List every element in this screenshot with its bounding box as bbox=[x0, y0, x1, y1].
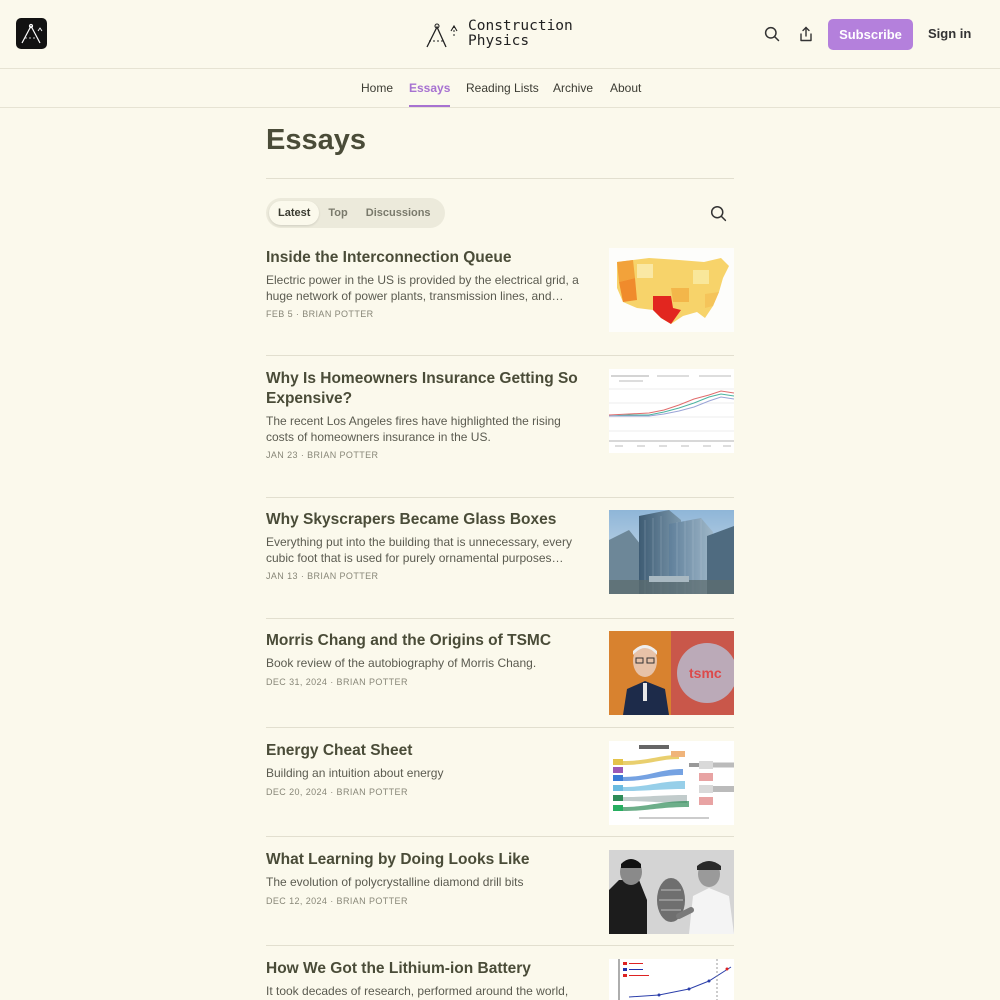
post-date: JAN 23 bbox=[266, 450, 298, 460]
post-title[interactable]: Energy Cheat Sheet bbox=[266, 741, 586, 761]
nav-item-essays[interactable]: Essays bbox=[409, 81, 451, 107]
post-item[interactable]: Why Is Homeowners Insurance Getting So E… bbox=[266, 369, 734, 460]
post-divider bbox=[266, 836, 734, 837]
main-nav: Home Essays Reading Lists Archive About bbox=[0, 70, 1000, 108]
brand-logo-icon bbox=[426, 23, 458, 48]
search-icon[interactable] bbox=[762, 24, 782, 44]
post-title[interactable]: Inside the Interconnection Queue bbox=[266, 248, 586, 268]
post-title[interactable]: Why Is Homeowners Insurance Getting So E… bbox=[266, 369, 586, 409]
nav-item-home[interactable]: Home bbox=[361, 81, 393, 105]
post-subtitle: It took decades of research, performed a… bbox=[266, 984, 569, 998]
posts-search-icon[interactable] bbox=[710, 205, 727, 222]
tab-discussions[interactable]: Discussions bbox=[357, 201, 440, 225]
post-thumbnail-battery-chart[interactable] bbox=[609, 959, 734, 1000]
post-title[interactable]: What Learning by Doing Looks Like bbox=[266, 850, 586, 870]
brand[interactable]: Construction Physics bbox=[424, 14, 573, 54]
post-divider bbox=[266, 497, 734, 498]
post-item[interactable]: How We Got the Lithium-ion Battery It to… bbox=[266, 959, 734, 1000]
title-divider bbox=[266, 178, 734, 179]
post-title[interactable]: Morris Chang and the Origins of TSMC bbox=[266, 631, 586, 651]
post-title[interactable]: Why Skyscrapers Became Glass Boxes bbox=[266, 510, 586, 530]
share-icon[interactable] bbox=[796, 24, 816, 44]
post-item[interactable]: Energy Cheat Sheet Building an intuition… bbox=[266, 741, 734, 825]
tab-top[interactable]: Top bbox=[319, 201, 356, 225]
post-subtitle: The evolution of polycrystalline diamond… bbox=[266, 875, 524, 889]
sort-tabs: Latest Top Discussions bbox=[266, 198, 445, 228]
post-divider bbox=[266, 355, 734, 356]
post-author[interactable]: BRIAN POTTER bbox=[337, 896, 408, 906]
nav-item-reading-lists[interactable]: Reading Lists bbox=[466, 81, 539, 105]
post-divider bbox=[266, 727, 734, 728]
post-subtitle: The recent Los Angeles fires have highli… bbox=[266, 414, 561, 444]
svg-text:tsmc: tsmc bbox=[689, 665, 722, 681]
post-title[interactable]: How We Got the Lithium-ion Battery bbox=[266, 959, 586, 979]
tab-latest[interactable]: Latest bbox=[269, 201, 320, 225]
post-subtitle: Everything put into the building that is… bbox=[266, 535, 572, 565]
post-author[interactable]: BRIAN POTTER bbox=[337, 787, 408, 797]
post-thumbnail-portrait[interactable]: tsmc bbox=[609, 631, 734, 715]
post-date: DEC 20, 2024 bbox=[266, 786, 328, 797]
top-header: Construction Physics Subscribe Sign in bbox=[0, 0, 1000, 69]
post-divider bbox=[266, 618, 734, 619]
post-thumbnail-us-map[interactable] bbox=[609, 248, 734, 332]
post-author[interactable]: BRIAN POTTER bbox=[337, 677, 408, 687]
post-author[interactable]: BRIAN POTTER bbox=[307, 450, 378, 460]
post-thumbnail-skyscrapers[interactable] bbox=[609, 510, 734, 594]
post-item[interactable]: Why Skyscrapers Became Glass Boxes Every… bbox=[266, 510, 734, 594]
post-thumbnail-energy-sankey[interactable] bbox=[609, 741, 734, 825]
nav-item-about[interactable]: About bbox=[610, 81, 641, 105]
post-subtitle: Book review of the autobiography of Morr… bbox=[266, 656, 537, 670]
subscribe-button[interactable]: Subscribe bbox=[828, 19, 913, 50]
publication-logo-icon[interactable] bbox=[16, 18, 47, 49]
brand-name-line2: Physics bbox=[468, 33, 530, 49]
post-thumbnail-line-chart[interactable] bbox=[609, 369, 734, 453]
post-date: FEB 5 bbox=[266, 309, 294, 319]
sign-in-link[interactable]: Sign in bbox=[928, 26, 971, 41]
post-item[interactable]: Inside the Interconnection Queue Electri… bbox=[266, 248, 734, 332]
post-author[interactable]: BRIAN POTTER bbox=[307, 571, 378, 581]
post-divider bbox=[266, 945, 734, 946]
nav-item-archive[interactable]: Archive bbox=[553, 81, 593, 105]
page-title: Essays bbox=[266, 124, 366, 156]
post-date: JAN 13 bbox=[266, 571, 298, 581]
post-thumbnail-bw-photo[interactable] bbox=[609, 850, 734, 934]
post-item[interactable]: Morris Chang and the Origins of TSMC Boo… bbox=[266, 631, 734, 715]
post-subtitle: Building an intuition about energy bbox=[266, 766, 444, 780]
post-item[interactable]: What Learning by Doing Looks Like The ev… bbox=[266, 850, 734, 934]
post-date: DEC 31, 2024 bbox=[266, 676, 328, 687]
post-date: DEC 12, 2024 bbox=[266, 895, 328, 906]
brand-name-line1: Construction bbox=[468, 18, 573, 34]
post-subtitle: Electric power in the US is provided by … bbox=[266, 273, 579, 303]
post-author[interactable]: BRIAN POTTER bbox=[302, 309, 373, 319]
